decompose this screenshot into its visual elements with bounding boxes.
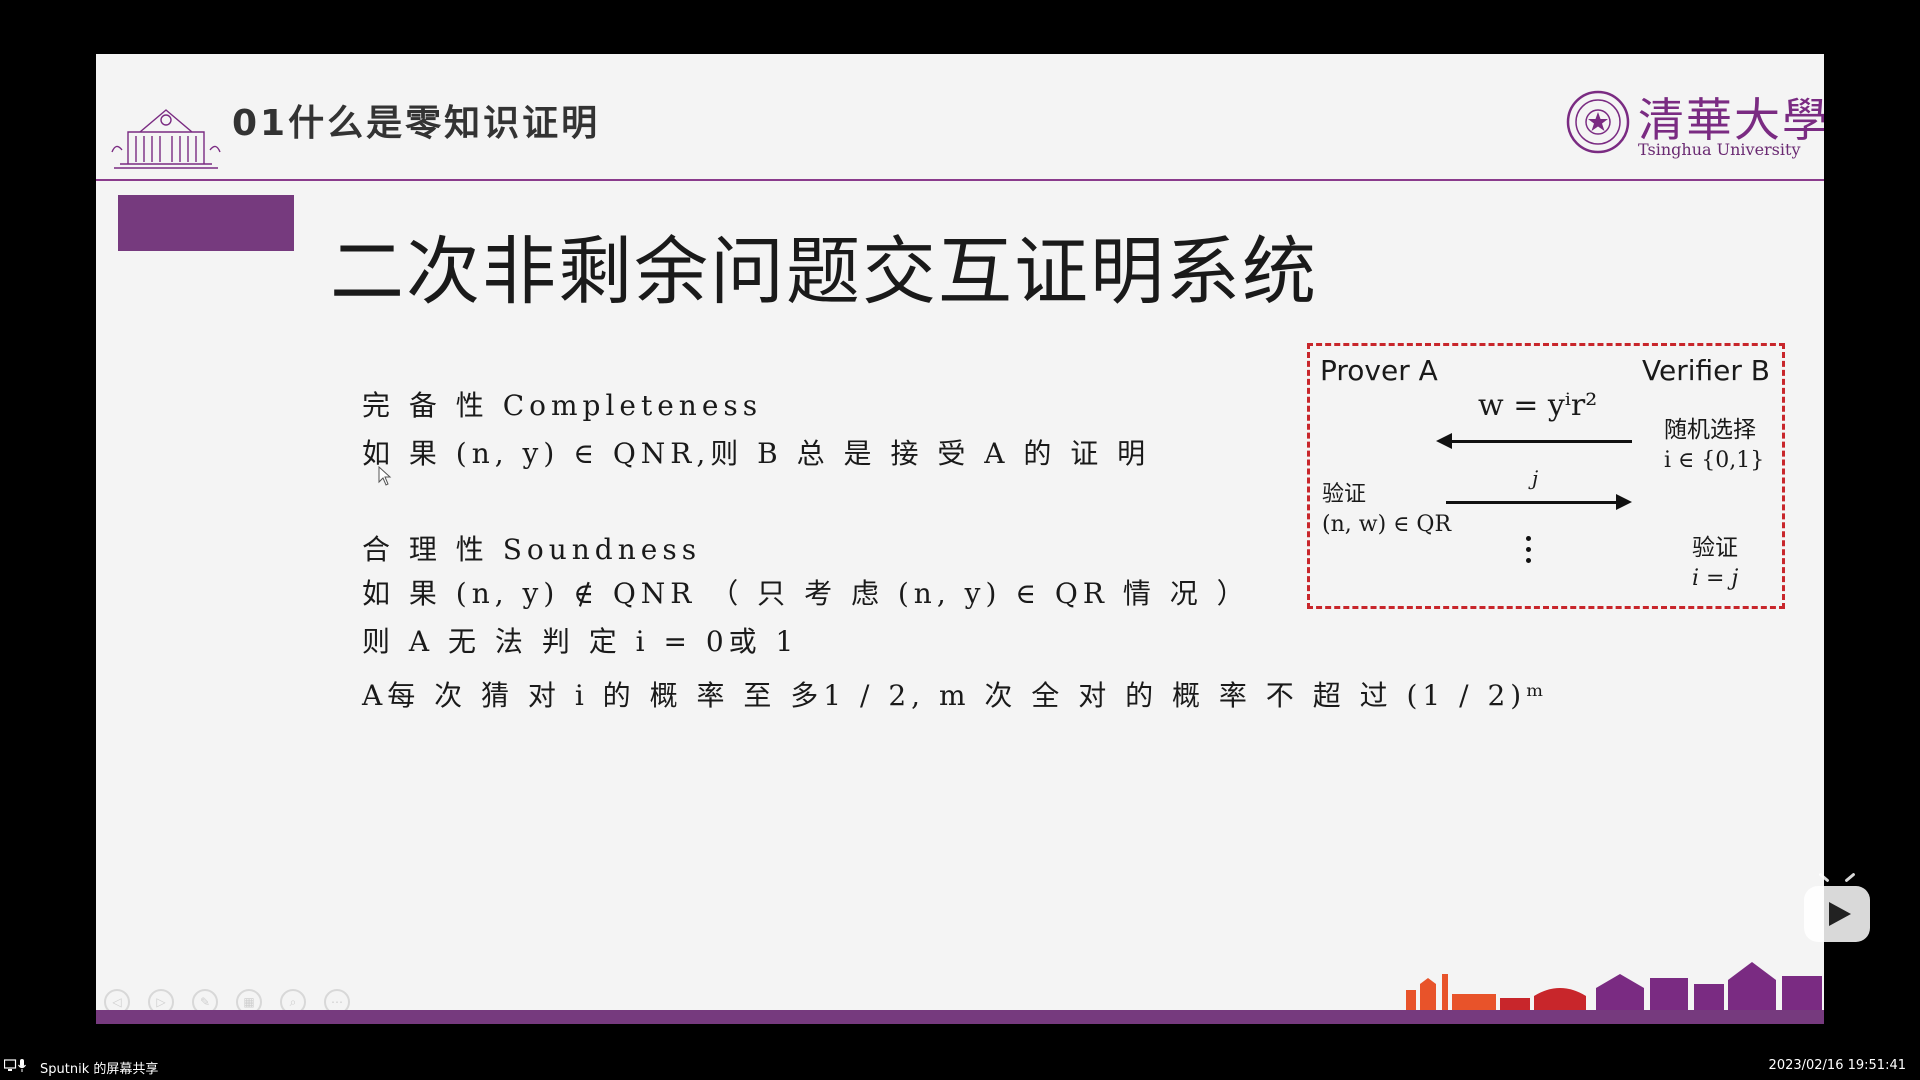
arrow-to-prover <box>1436 433 1632 449</box>
prover-label: Prover A <box>1320 354 1438 387</box>
verifier-verify-label: 验证 <box>1692 535 1738 561</box>
mouse-cursor-icon <box>378 466 392 486</box>
screen-share-label: Sputnik 的屏幕共享 <box>40 1062 159 1077</box>
timestamp: 2023/02/16 19:51:41 <box>1768 1058 1906 1073</box>
screen-share-icon <box>4 1059 26 1072</box>
soundness-heading: 合 理 性 Soundness <box>362 533 702 566</box>
university-logo: 清華大學 Tsinghua University <box>1566 84 1824 164</box>
prover-verify-condition: (n, w) ∈ QR <box>1322 512 1452 537</box>
message-w: w = yⁱr² <box>1478 388 1598 423</box>
footer-bar <box>96 1010 1824 1024</box>
university-name-en: Tsinghua University <box>1638 140 1801 159</box>
title-accent-bar <box>118 195 294 251</box>
continuation-dots <box>1526 536 1532 569</box>
presentation-slide: 01什么是零知识证明 清華大學 Tsinghua University 二次非剩… <box>96 54 1824 1024</box>
verifier-verify-condition: i = j <box>1692 566 1739 591</box>
random-choice-label: 随机选择 <box>1664 417 1756 443</box>
campus-building-logo <box>111 109 221 169</box>
arrow-to-verifier <box>1446 494 1632 510</box>
soundness-condition: 如 果 (n, y) ∉ QNR （ 只 考 虑 (n, y) ∈ QR 情 况… <box>362 577 1250 610</box>
campus-skyline-decoration <box>1406 962 1822 1014</box>
protocol-diagram: Prover A Verifier B w = yⁱr² 随机选择 i ∈ {0… <box>1307 343 1785 609</box>
play-icon <box>1829 902 1851 926</box>
play-button[interactable] <box>1804 886 1870 942</box>
i-set: i ∈ {0,1} <box>1664 448 1765 473</box>
university-seal-icon <box>1566 90 1630 154</box>
soundness-consequence: 则 A 无 法 判 定 i = 0或 1 <box>362 625 799 658</box>
section-title: 01什么是零知识证明 <box>232 103 601 144</box>
verifier-label: Verifier B <box>1642 354 1770 387</box>
slide-title: 二次非剩余问题交互证明系统 <box>330 229 1318 315</box>
soundness-probability: A每 次 猜 对 i 的 概 率 至 多1 / 2, m 次 全 对 的 概 率… <box>362 679 1549 712</box>
header-divider <box>96 179 1824 181</box>
completeness-heading: 完 备 性 Completeness <box>362 389 763 422</box>
completeness-statement: 如 果 (n, y) ∈ QNR,则 B 总 是 接 受 A 的 证 明 <box>362 437 1151 470</box>
message-j: j <box>1532 466 1539 490</box>
prover-verify-label: 验证 <box>1322 482 1367 507</box>
